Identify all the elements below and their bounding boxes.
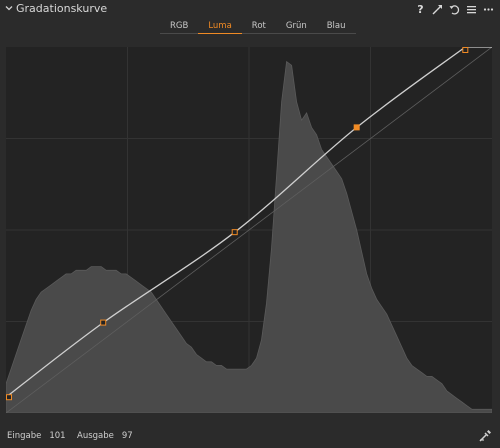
curves-panel: Gradationskurve ? RGB Luma Rot Grün Blau… [0,0,500,448]
header-toolbar: ? [415,3,494,15]
eyedropper-icon [479,430,491,442]
collapse-toggle[interactable] [3,2,15,14]
more-button[interactable] [483,4,494,15]
panel-footer: Eingabe 101 Ausgabe 97 [0,428,500,446]
curve-control-point[interactable] [6,394,12,401]
reset-icon [449,4,460,15]
output-label: Ausgabe [77,431,114,441]
output-readout: Ausgabe 97 [77,431,133,441]
input-label: Eingabe [7,431,42,441]
reset-button[interactable] [449,4,460,15]
menu-icon [467,5,476,13]
channel-tabs: RGB Luma Rot Grün Blau [160,19,356,35]
help-icon: ? [417,2,424,16]
more-icon [483,7,494,11]
auto-adjust-icon [432,4,442,14]
curve-control-point[interactable] [462,47,469,53]
tab-rot[interactable]: Rot [241,19,276,34]
menu-button[interactable] [466,4,477,15]
tab-gruen[interactable]: Grün [275,19,317,34]
tab-blau[interactable]: Blau [316,19,356,34]
panel-title: Gradationskurve [16,2,108,15]
curve-control-point[interactable] [231,229,238,236]
curve-graph[interactable] [6,47,492,413]
curve-editor[interactable] [6,47,492,413]
chevron-down-icon [5,6,13,11]
picker-button[interactable] [477,428,493,444]
input-readout: Eingabe 101 [7,431,66,441]
auto-adjust-button[interactable] [432,4,443,15]
panel-header: Gradationskurve ? [0,0,500,18]
curve-control-point[interactable] [353,124,360,131]
output-value: 97 [121,431,133,441]
curve-control-point[interactable] [100,319,107,326]
tab-rgb[interactable]: RGB [160,19,199,34]
help-button[interactable]: ? [415,4,426,15]
tab-luma[interactable]: Luma [198,19,242,34]
input-value: 101 [49,431,66,441]
